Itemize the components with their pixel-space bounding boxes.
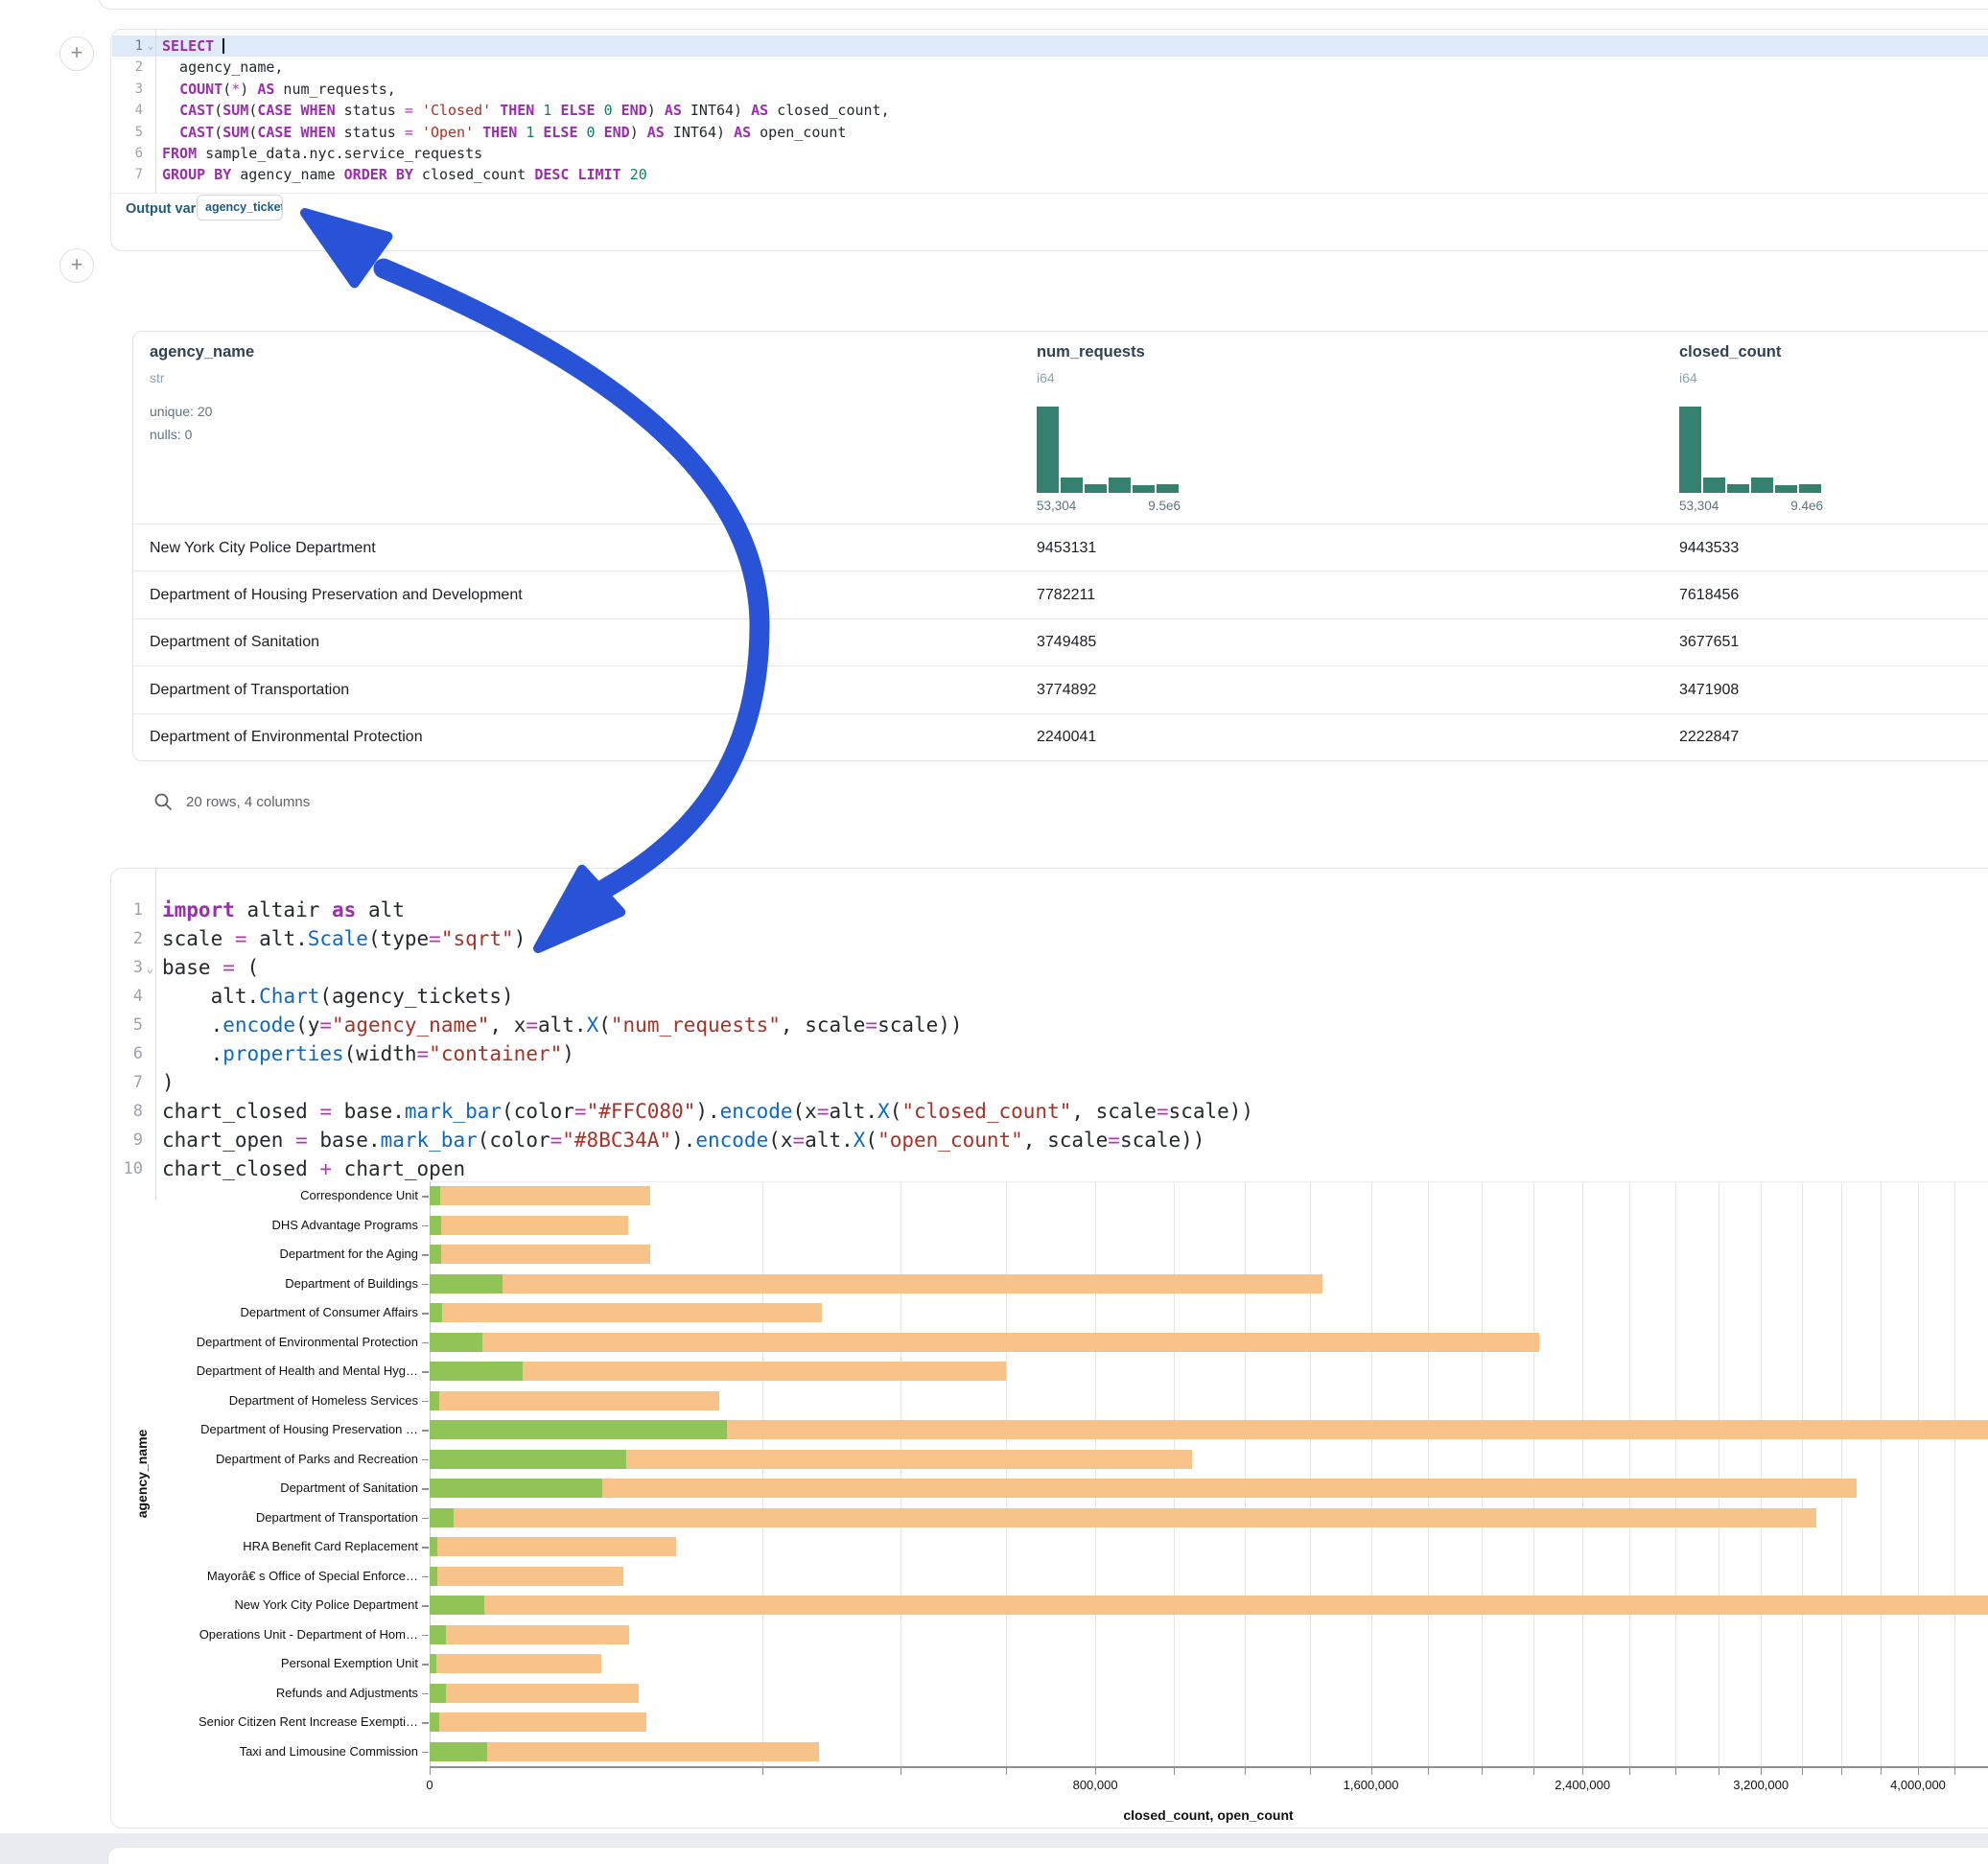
- table-cell: 3471908: [1679, 682, 1739, 699]
- column-name: agency_name: [150, 343, 254, 361]
- table-row: Department of Sanitation 3749485 3677651: [133, 618, 1988, 666]
- table-cell: 7782211: [1037, 587, 1095, 604]
- table-row: Department of Environmental Protection 22…: [133, 713, 1988, 761]
- column-histogram: [1679, 407, 1823, 493]
- python-cell: 123⌄45678910 import altair as altscale =…: [110, 868, 1988, 1829]
- column-name: closed_count: [1679, 343, 1781, 361]
- code-line: CAST(SUM(CASE WHEN status = 'Open' THEN …: [162, 122, 1988, 143]
- sql-gutter-divider: [155, 30, 156, 193]
- code-line: SELECT: [162, 35, 1988, 57]
- result-table-rows: New York City Police Department 9453131 94…: [133, 524, 1988, 760]
- result-table: agency_name str unique: 20 nulls: 0 num_re…: [132, 331, 1988, 761]
- column-histogram: [1037, 407, 1181, 493]
- python-code-editor[interactable]: import altair as altscale = alt.Scale(ty…: [162, 896, 1988, 1183]
- table-cell: 3677651: [1679, 634, 1739, 651]
- code-line: .properties(width="container"): [162, 1039, 1988, 1068]
- line-number: 2: [111, 57, 155, 78]
- output-variable-pill[interactable]: agency_tickets: [197, 195, 283, 221]
- table-row: New York City Police Department 9453131 94…: [133, 524, 1988, 571]
- code-line: CAST(SUM(CASE WHEN status = 'Closed' THE…: [162, 100, 1988, 121]
- code-line: alt.Chart(agency_tickets): [162, 982, 1988, 1011]
- column-header-num_requests: num_requests i64 53,304 9.5e6: [1037, 332, 1228, 524]
- fold-chevron-icon[interactable]: ⌄: [148, 36, 153, 58]
- table-cell: Department of Housing Preservation and D…: [150, 587, 523, 604]
- line-number: 5: [111, 1011, 155, 1039]
- column-type: i64: [1037, 370, 1055, 385]
- column-header-closed_count: closed_count i64 53,304 9.4e6: [1679, 332, 1871, 524]
- python-line-numbers: 123⌄45678910: [111, 896, 155, 1183]
- code-line: chart_closed = base.mark_bar(color="#FFC…: [162, 1097, 1988, 1126]
- table-cell: 9443533: [1679, 540, 1739, 557]
- line-number: 3⌄: [111, 953, 155, 982]
- table-cell: Department of Transportation: [150, 682, 349, 699]
- python-gutter-divider: [155, 869, 156, 1200]
- code-line: GROUP BY agency_name ORDER BY closed_cou…: [162, 164, 1988, 185]
- table-footer: 20 rows, 4 columns: [153, 792, 310, 811]
- code-line: FROM sample_data.nyc.service_requests: [162, 143, 1988, 164]
- table-cell: 2222847: [1679, 729, 1739, 746]
- sql-output-divider: [111, 193, 1988, 194]
- histogram-min: 53,304: [1679, 499, 1719, 513]
- text-cursor: [222, 38, 224, 54]
- table-cell: Department of Environmental Protection: [150, 729, 423, 746]
- code-line: COUNT(*) AS num_requests,: [162, 79, 1988, 100]
- line-number: 9: [111, 1126, 155, 1154]
- add-block-button-middle[interactable]: +: [59, 248, 94, 283]
- table-cell: 9453131: [1037, 540, 1096, 557]
- column-stat: unique: 20: [150, 404, 212, 419]
- line-number: 7: [111, 1068, 155, 1097]
- line-number: 3: [111, 79, 155, 100]
- histogram-min: 53,304: [1037, 499, 1076, 513]
- sql-code-editor[interactable]: SELECT agency_name, COUNT(*) AS num_requ…: [162, 35, 1988, 186]
- histogram-max: 9.5e6: [1148, 499, 1181, 513]
- line-number: 8: [111, 1097, 155, 1126]
- code-line: ): [162, 1068, 1988, 1097]
- line-number: 2: [111, 924, 155, 953]
- notebook-page: + + 1⌄234567 SELECT agency_name, COUNT(*…: [0, 0, 1988, 1864]
- table-cell: New York City Police Department: [150, 540, 376, 557]
- line-number: 10: [111, 1154, 155, 1183]
- add-block-button-top[interactable]: +: [59, 36, 94, 71]
- code-line: chart_closed + chart_open: [162, 1154, 1988, 1183]
- table-cell: 3749485: [1037, 634, 1096, 651]
- code-line: import altair as alt: [162, 896, 1988, 924]
- sql-cell: 1⌄234567 SELECT agency_name, COUNT(*) AS…: [110, 29, 1988, 251]
- line-number: 1⌄: [111, 35, 155, 57]
- line-number: 4: [111, 100, 155, 121]
- histogram-range: 53,304 9.5e6: [1037, 499, 1181, 513]
- line-number: 1: [111, 896, 155, 924]
- previous-cell-edge: [99, 0, 1988, 10]
- line-number: 5: [111, 122, 155, 143]
- result-table-header: agency_name str unique: 20 nulls: 0 num_re…: [133, 332, 1988, 524]
- code-line: agency_name,: [162, 57, 1988, 78]
- column-type: i64: [1679, 370, 1697, 385]
- line-number: 6: [111, 1039, 155, 1068]
- table-row: Department of Housing Preservation and D…: [133, 571, 1988, 618]
- code-line: chart_open = base.mark_bar(color="#8BC34…: [162, 1126, 1988, 1154]
- column-header-agency_name: agency_name str unique: 20 nulls: 0: [150, 332, 341, 524]
- next-cell-edge: [107, 1847, 1988, 1864]
- table-cell: 3774892: [1037, 682, 1096, 699]
- line-number: 7: [111, 164, 155, 185]
- table-cell: Department of Sanitation: [150, 634, 319, 651]
- column-stat: nulls: 0: [150, 427, 192, 442]
- code-line: scale = alt.Scale(type="sqrt"): [162, 924, 1988, 953]
- table-cell: 7618456: [1679, 587, 1739, 604]
- line-number: 6: [111, 143, 155, 164]
- histogram-range: 53,304 9.4e6: [1679, 499, 1823, 513]
- table-row: Department of Transportation 3774892 34719…: [133, 665, 1988, 713]
- table-row-count: 20 rows, 4 columns: [186, 794, 310, 810]
- line-number: 4: [111, 982, 155, 1011]
- search-icon[interactable]: [153, 792, 173, 811]
- column-name: num_requests: [1037, 343, 1145, 361]
- column-type: str: [150, 370, 165, 385]
- table-cell: 2240041: [1037, 729, 1096, 746]
- code-line: base = (: [162, 953, 1988, 982]
- fold-chevron-icon[interactable]: ⌄: [147, 954, 153, 983]
- histogram-max: 9.4e6: [1790, 499, 1823, 513]
- code-line: .encode(y="agency_name", x=alt.X("num_re…: [162, 1011, 1988, 1039]
- sql-line-numbers: 1⌄234567: [111, 35, 155, 186]
